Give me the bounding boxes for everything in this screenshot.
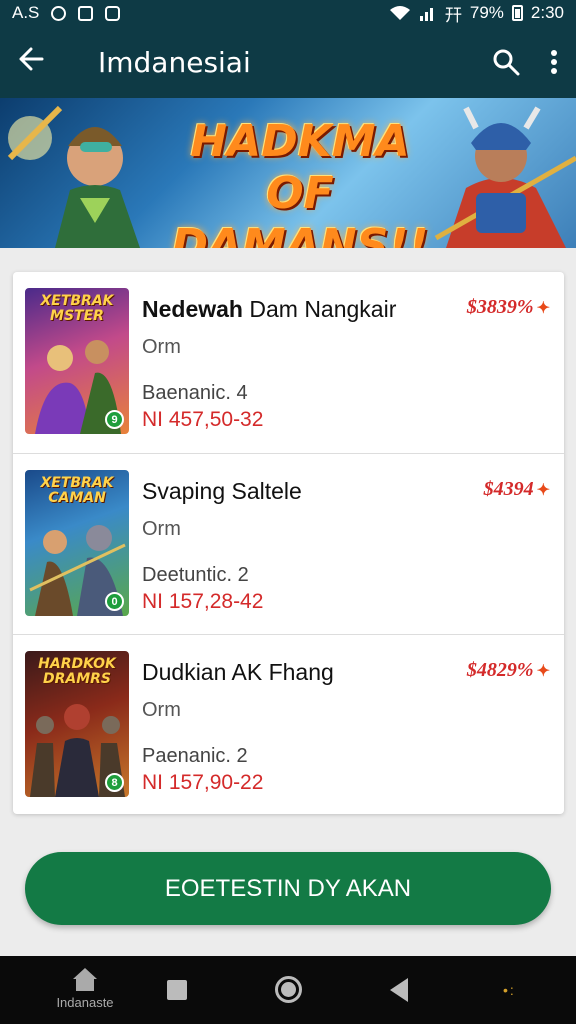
hero-right-illustration	[434, 106, 576, 248]
promo-banner[interactable]: HADKMA OF DAMANS!!	[0, 98, 576, 248]
game-thumbnail[interactable]: XETBRAK MSTER 9	[25, 288, 129, 434]
item-meta: Baenanic. 4	[142, 382, 248, 404]
item-price: $4394 ✦	[483, 478, 550, 500]
rating-badge: 9	[105, 410, 124, 429]
item-subtitle: Orm	[142, 336, 181, 358]
sparkle-icon: ✦	[536, 663, 550, 680]
item-subtitle: Orm	[142, 699, 181, 721]
sparkle-icon: ✦	[536, 482, 550, 499]
network-type: 幵	[444, 5, 462, 25]
signal-icon	[419, 8, 433, 21]
banner-title: HADKMA OF DAMANS!!	[150, 116, 450, 248]
item-code: NI 157,28-42	[142, 590, 264, 613]
page-title: Imdanesiai	[98, 45, 251, 79]
status-time: 2:30	[530, 3, 564, 22]
notification-icon	[78, 5, 94, 21]
message-icon	[105, 5, 121, 21]
battery-percent: 79%	[469, 3, 504, 22]
wifi-icon	[389, 6, 410, 20]
list-item[interactable]: XETBRAK MSTER 9 Nedewah Dam Nangkair $38…	[13, 272, 564, 453]
game-list: XETBRAK MSTER 9 Nedewah Dam Nangkair $38…	[13, 272, 564, 814]
item-price: $4829% ✦	[466, 659, 550, 681]
game-thumbnail[interactable]: HARDKOK DRAMRS 8	[25, 651, 129, 797]
home-icon	[73, 968, 97, 991]
sparkle-icon: ✦	[536, 300, 550, 317]
list-item[interactable]: XETBRAK CAMAN 0 Svaping Saltele $4394 ✦ O…	[13, 453, 564, 634]
home-circle-icon[interactable]	[275, 976, 302, 1003]
rating-badge: 0	[105, 592, 124, 611]
system-nav-bar: Indanaste •:	[0, 956, 576, 1024]
banner-title-line2: OF DAMANS!!	[171, 168, 429, 248]
item-subtitle: Orm	[142, 518, 181, 540]
item-title: Nedewah Dam Nangkair	[142, 296, 397, 322]
status-bar: A.S 幵 79% 2:30	[0, 0, 576, 26]
more-vert-icon[interactable]	[550, 49, 558, 75]
status-carrier-text: A.S	[12, 3, 40, 22]
item-title: Dudkian AK Fhang	[142, 659, 334, 685]
item-title: Svaping Saltele	[142, 478, 302, 504]
assistant-dots-icon[interactable]: •:	[503, 982, 516, 998]
rating-badge: 8	[105, 773, 124, 792]
item-code: NI 457,50-32	[142, 408, 264, 431]
list-item[interactable]: HARDKOK DRAMRS 8 Dudkian AK Fhang $4829%…	[13, 634, 564, 815]
banner-title-line1: HADKMA	[190, 116, 410, 167]
item-meta: Deetuntic. 2	[142, 564, 249, 586]
recent-apps-icon[interactable]	[167, 980, 187, 1000]
arrow-left-icon	[19, 47, 44, 71]
item-price: $3839% ✦	[466, 296, 550, 318]
do-not-disturb-icon	[51, 5, 67, 21]
game-thumbnail[interactable]: XETBRAK CAMAN 0	[25, 470, 129, 616]
search-icon[interactable]	[492, 48, 520, 76]
app-bar: Imdanesiai	[0, 26, 576, 98]
back-triangle-icon[interactable]	[390, 978, 408, 1002]
back-button[interactable]	[18, 45, 58, 79]
nav-home-button[interactable]: Indanaste	[50, 966, 120, 1010]
item-meta: Paenanic. 2	[142, 745, 248, 767]
item-code: NI 157,90-22	[142, 771, 264, 794]
primary-action-button[interactable]: EOETESTIN DY AKAN	[25, 852, 551, 925]
nav-home-label: Indanaste	[56, 995, 114, 1010]
battery-icon	[511, 5, 523, 21]
